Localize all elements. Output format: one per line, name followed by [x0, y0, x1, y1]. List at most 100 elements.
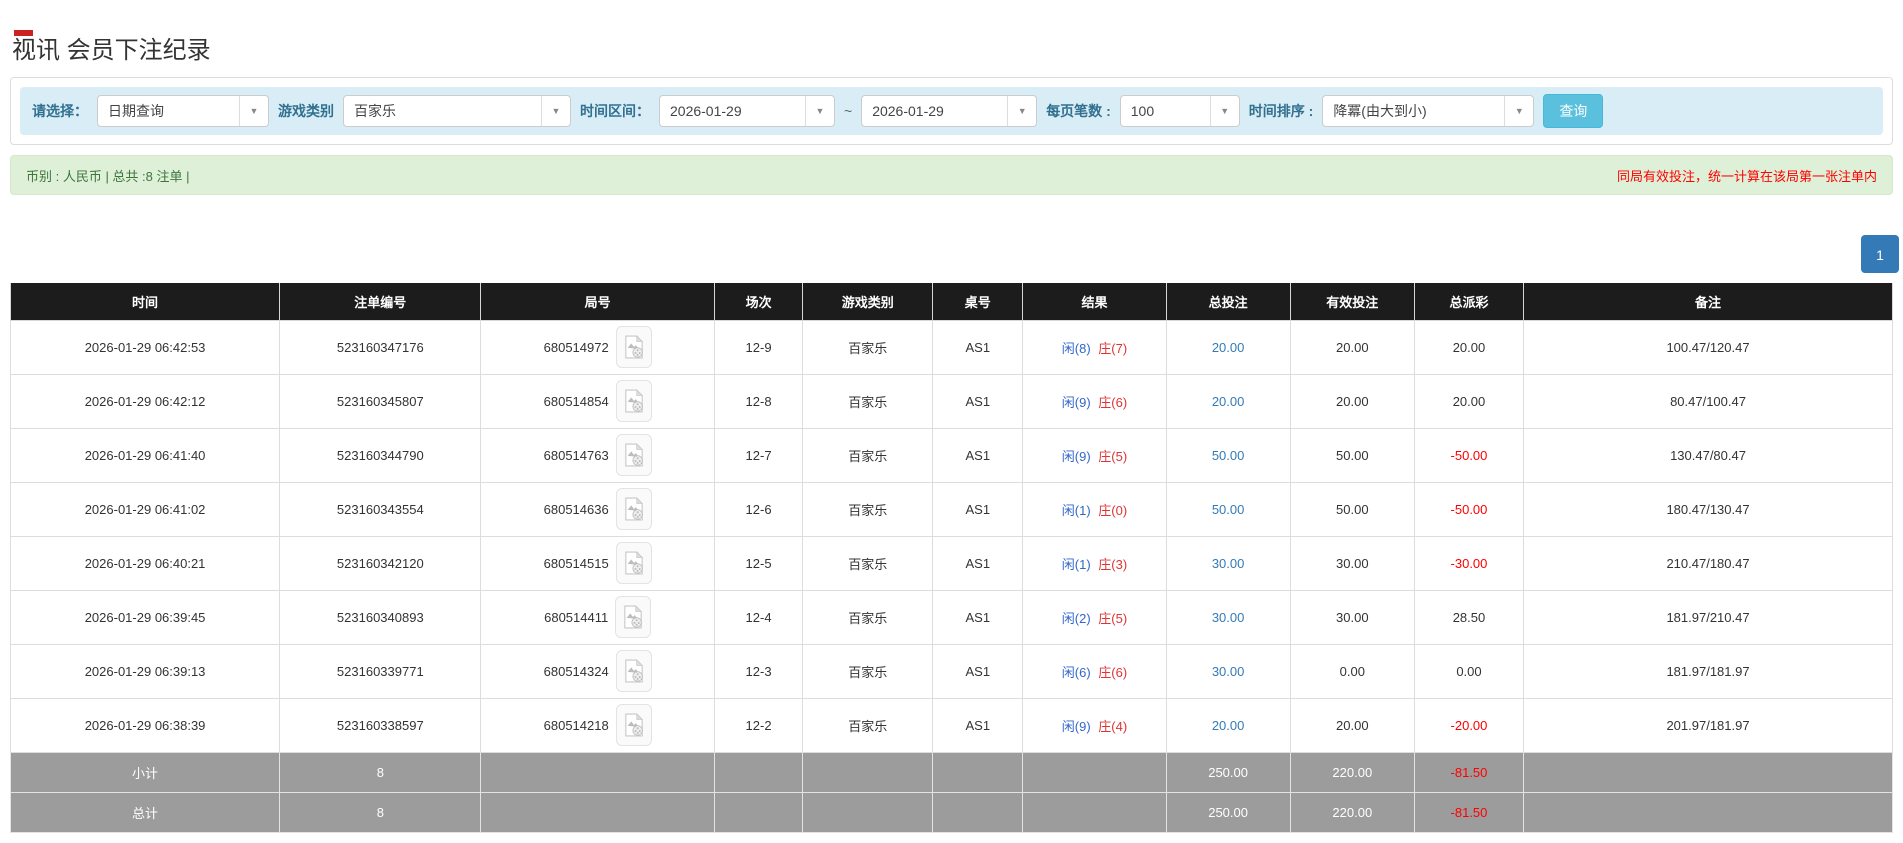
cell-total-bet: 20.00 — [1165, 697, 1291, 753]
cell-round-no: 680514972 — [480, 319, 715, 375]
cell-time: 2026-01-29 06:39:45 — [9, 589, 281, 645]
cell-payout: -30.00 — [1413, 535, 1525, 591]
grand-total-payout: -81.50 — [1413, 791, 1525, 833]
page-1-button[interactable]: 1 — [1861, 235, 1899, 273]
cell-table-no: AS1 — [932, 373, 1024, 429]
total-bet-link[interactable]: 50.00 — [1212, 502, 1245, 517]
result-player: 闲(2) — [1061, 610, 1091, 626]
cell-time: 2026-01-29 06:41:02 — [9, 481, 281, 537]
cell-game: 百家乐 — [802, 319, 934, 375]
col-valid-bet: 有效投注 — [1289, 283, 1415, 321]
round-number: 680514636 — [543, 501, 609, 517]
grand-total-label: 总计 — [9, 791, 281, 833]
cell-session: 12-3 — [713, 643, 804, 699]
total-bet-link[interactable]: 20.00 — [1212, 718, 1245, 733]
cell-time: 2026-01-29 06:41:40 — [9, 427, 281, 483]
cell-note: 181.97/181.97 — [1523, 643, 1893, 699]
cell-note: 130.47/80.47 — [1523, 427, 1893, 483]
query-type-label: 请选择： — [32, 103, 88, 119]
col-result: 结果 — [1022, 283, 1167, 321]
currency-total-summary: 币别 : 人民币 | 总共 :8 注单 | — [26, 168, 190, 184]
cell-payout: -50.00 — [1413, 481, 1525, 537]
cell-table-no: AS1 — [932, 643, 1024, 699]
cell-table-no: AS1 — [932, 589, 1024, 645]
col-bet-no: 注单编号 — [279, 283, 482, 321]
cell-note: 80.47/100.47 — [1523, 373, 1893, 429]
time-sort-select[interactable]: 降冪(由大到小) ▼ — [1322, 95, 1535, 127]
cell-bet-no: 523160345807 — [279, 373, 482, 429]
total-bet-link[interactable]: 30.00 — [1212, 664, 1245, 679]
video-replay-button[interactable] — [615, 326, 652, 368]
table-body: 2026-01-29 06:42:53 523160347176 6805149… — [9, 319, 1893, 753]
cell-result: 闲(8) 庄(7) — [1022, 319, 1167, 375]
cell-session: 12-8 — [713, 373, 804, 429]
result-banker: 庄(5) — [1098, 448, 1128, 464]
game-category-label: 游戏类别 — [278, 103, 334, 119]
cell-payout: 28.50 — [1413, 589, 1525, 645]
table-row: 2026-01-29 06:42:53 523160347176 6805149… — [9, 319, 1893, 375]
video-replay-button[interactable] — [615, 650, 652, 692]
col-round-no: 局号 — [480, 283, 715, 321]
cell-note: 100.47/120.47 — [1523, 319, 1893, 375]
video-replay-button[interactable] — [615, 488, 652, 530]
cell-game: 百家乐 — [802, 373, 934, 429]
cell-valid-bet: 20.00 — [1289, 373, 1415, 429]
cell-note: 201.97/181.97 — [1523, 697, 1893, 753]
total-bet-link[interactable]: 30.00 — [1212, 610, 1245, 625]
cell-session: 12-9 — [713, 319, 804, 375]
game-category-value: 百家乐 — [354, 103, 396, 119]
date-from-value: 2026-01-29 — [670, 103, 742, 119]
total-bet-link[interactable]: 30.00 — [1212, 556, 1245, 571]
cell-total-bet: 20.00 — [1165, 319, 1291, 375]
cell-result: 闲(1) 庄(3) — [1022, 535, 1167, 591]
cell-bet-no: 523160338597 — [279, 697, 482, 753]
filter-bar: 请选择： 日期查询 ▼ 游戏类别 百家乐 ▼ 时间区间： 2026-01-29 … — [20, 87, 1883, 135]
total-bet-link[interactable]: 20.00 — [1212, 340, 1245, 355]
cell-bet-no: 523160340893 — [279, 589, 482, 645]
date-from-select[interactable]: 2026-01-29 ▼ — [659, 95, 835, 127]
cell-session: 12-5 — [713, 535, 804, 591]
time-sort-label: 时间排序 : — [1248, 103, 1314, 119]
cell-valid-bet: 30.00 — [1289, 535, 1415, 591]
query-type-select[interactable]: 日期查询 ▼ — [97, 95, 269, 127]
table-row: 2026-01-29 06:40:21 523160342120 6805145… — [9, 535, 1893, 591]
col-time: 时间 — [9, 283, 281, 321]
date-to-value: 2026-01-29 — [872, 103, 944, 119]
video-replay-button[interactable] — [615, 434, 652, 476]
page-size-select[interactable]: 100 ▼ — [1119, 95, 1240, 127]
total-bet-link[interactable]: 20.00 — [1212, 394, 1245, 409]
result-player: 闲(6) — [1061, 664, 1091, 680]
date-to-select[interactable]: 2026-01-29 ▼ — [861, 95, 1038, 127]
film-record-icon — [624, 551, 643, 575]
cell-time: 2026-01-29 06:40:21 — [9, 535, 281, 591]
cell-total-bet: 50.00 — [1165, 427, 1291, 483]
result-banker: 庄(4) — [1098, 718, 1128, 734]
search-button[interactable]: 查询 — [1543, 94, 1604, 128]
table-footer: 小计 8 250.00 220.00 -81.50 总计 8 250.00 22… — [9, 751, 1893, 833]
cell-valid-bet: 0.00 — [1289, 643, 1415, 699]
cell-game: 百家乐 — [802, 427, 934, 483]
total-bet-link[interactable]: 50.00 — [1212, 448, 1245, 463]
cell-game: 百家乐 — [802, 535, 934, 591]
video-replay-button[interactable] — [615, 704, 652, 746]
cell-bet-no: 523160344790 — [279, 427, 482, 483]
time-sort-value: 降冪(由大到小) — [1333, 103, 1427, 119]
cell-total-bet: 30.00 — [1165, 535, 1291, 591]
result-player: 闲(8) — [1061, 340, 1091, 356]
bet-records-table: 时间 注单编号 局号 场次 游戏类别 桌号 结果 总投注 有效投注 总派彩 备注… — [9, 283, 1893, 833]
film-record-icon — [624, 497, 643, 521]
film-record-icon — [624, 443, 643, 467]
round-number: 680514854 — [543, 393, 609, 409]
video-replay-button[interactable] — [615, 380, 652, 422]
table-row: 2026-01-29 06:41:40 523160344790 6805147… — [9, 427, 1893, 483]
result-banker: 庄(3) — [1098, 556, 1128, 572]
video-replay-button[interactable] — [615, 542, 652, 584]
video-replay-button[interactable] — [615, 596, 652, 638]
cell-payout: -20.00 — [1413, 697, 1525, 753]
subtotal-label: 小计 — [9, 751, 281, 793]
cell-payout: 20.00 — [1413, 319, 1525, 375]
cell-time: 2026-01-29 06:42:53 — [9, 319, 281, 375]
cell-bet-no: 523160339771 — [279, 643, 482, 699]
cell-session: 12-6 — [713, 481, 804, 537]
game-category-select[interactable]: 百家乐 ▼ — [343, 95, 571, 127]
